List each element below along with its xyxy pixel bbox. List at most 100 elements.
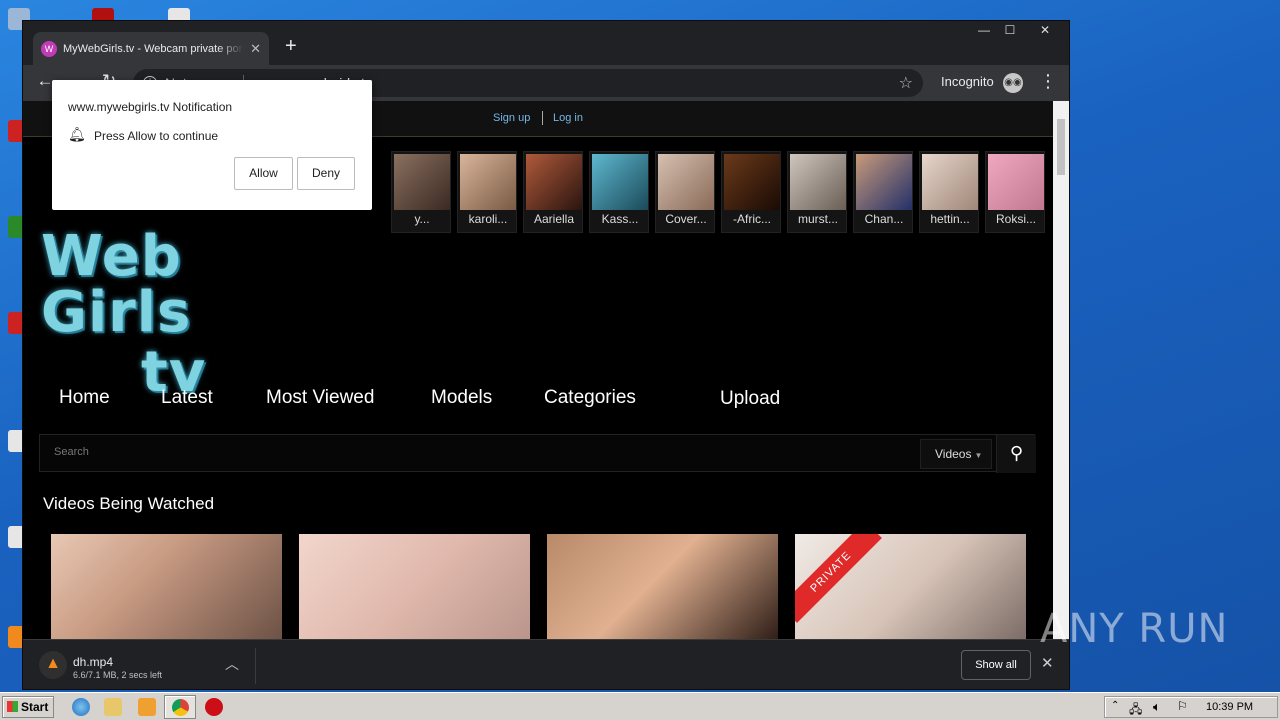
model-card[interactable]: Kass... [589,151,649,233]
model-name: hettin... [930,212,970,226]
model-name: Kass... [601,212,639,226]
tab-close-icon[interactable]: ✕ [250,41,261,57]
model-thumbnail [394,154,450,210]
model-card[interactable]: hettin... [919,151,979,233]
download-divider [255,648,256,684]
download-bar-close-icon[interactable]: ✕ [1041,654,1054,672]
model-thumbnail [460,154,516,210]
browser-tab[interactable]: W MyWebGirls.tv - Webcam private porn ✕ [33,32,269,65]
media-player-icon[interactable] [138,698,156,716]
model-thumbnail [790,154,846,210]
start-button[interactable]: Start [2,696,54,718]
taskbar: Start ⌃ 🖧︎ 🔈︎ ⚐ 10:39 PM [0,692,1280,720]
opera-icon[interactable] [205,698,223,716]
logo-text-line1: Web Girls [41,224,192,345]
vlc-file-icon[interactable]: ▲ [39,651,67,679]
show-all-button[interactable]: Show all [961,650,1031,680]
site-favicon-icon: W [41,40,57,57]
model-thumbnail [922,154,978,210]
chrome-icon [172,699,189,716]
model-name: y... [414,212,430,226]
volume-icon[interactable]: 🔈︎ [1153,699,1161,715]
incognito-icon[interactable]: ◉◉ [1003,73,1023,93]
nav-categories[interactable]: Categories [544,387,636,409]
network-icon[interactable]: 🖧︎ [1129,700,1142,720]
search-button[interactable]: ⚲ [996,435,1036,473]
video-thumbnail[interactable]: PRIVATE [795,534,1026,639]
download-filename[interactable]: dh.mp4 [73,655,113,669]
start-label: Start [21,700,49,714]
system-clock[interactable]: 10:39 PM [1206,701,1253,713]
model-name: karoli... [468,212,508,226]
search-type-select[interactable]: Videos ▼ [920,439,992,469]
nav-home[interactable]: Home [59,387,110,409]
new-tab-button[interactable]: + [285,35,297,58]
nav-upload[interactable]: Upload [720,388,780,410]
model-name: Roksi... [995,212,1036,226]
model-name: Aariella [533,212,575,226]
chevron-up-icon[interactable]: ︿ [225,654,239,674]
download-bar: ▲ dh.mp4 6.6/7.1 MB, 2 secs left ︿ Show … [23,639,1069,689]
window-close-button[interactable]: ✕ [1023,21,1067,39]
flag-icon[interactable]: ⚐ [1177,699,1188,713]
model-card[interactable]: Chan... [853,151,913,233]
caret-down-icon: ▼ [974,451,983,460]
minimize-button[interactable]: — [971,21,997,39]
main-nav: Home Latest Most Viewed Models Categorie… [23,387,1053,423]
window-controls: — ☐ ✕ [971,21,1067,39]
nav-most-viewed[interactable]: Most Viewed [266,387,374,409]
signup-link[interactable]: Sign up [493,112,530,124]
model-card[interactable]: y... [391,151,451,233]
chrome-taskbar-button[interactable] [164,695,196,719]
bookmark-star-icon[interactable]: ☆ [899,73,913,93]
site-search-bar: Search Videos ▼ ⚲ [39,434,1036,473]
tab-strip: W MyWebGirls.tv - Webcam private porn ✕ … [23,21,1069,65]
private-badge: PRIVATE [795,534,882,623]
model-thumbnail [856,154,912,210]
section-title: Videos Being Watched [43,494,215,513]
deny-button[interactable]: Deny [297,157,355,190]
bell-icon: 🔔︎ [68,126,86,142]
nav-latest[interactable]: Latest [161,387,213,409]
search-icon: ⚲ [1009,443,1024,463]
notification-title: www.mywebgirls.tv Notification [68,100,233,114]
windows-logo-icon [7,701,18,712]
auth-divider [542,111,543,125]
tab-title: MyWebGirls.tv - Webcam private porn [63,42,245,55]
video-thumbnail[interactable] [51,534,282,639]
model-name: Cover... [665,212,707,226]
anyrun-watermark: ANY RUN [1040,606,1229,652]
model-card[interactable]: -Afric... [721,151,781,233]
site-logo[interactable]: Web Girls tv [41,229,331,401]
model-thumbnail [988,154,1044,210]
search-type-label: Videos [935,447,972,461]
notification-message: Press Allow to continue [94,129,219,143]
login-link[interactable]: Log in [553,112,583,124]
download-status: 6.6/7.1 MB, 2 secs left [73,670,163,680]
model-card[interactable]: Roksi... [985,151,1045,233]
page-scrollbar[interactable] [1053,101,1069,639]
nav-models[interactable]: Models [431,387,492,409]
video-thumbnail[interactable] [299,534,530,639]
maximize-button[interactable]: ☐ [997,21,1023,39]
kebab-menu-icon[interactable]: ⋮ [1039,71,1057,92]
model-strip: y... karoli... Aariella Kass... Cover...… [391,151,1045,233]
model-thumbnail [724,154,780,210]
model-name: -Afric... [733,212,771,226]
scrollbar-thumb[interactable] [1057,119,1065,175]
model-thumbnail [592,154,648,210]
model-thumbnail [526,154,582,210]
model-card[interactable]: murst... [787,151,847,233]
allow-button[interactable]: Allow [234,157,293,190]
search-input[interactable]: Search [54,446,89,458]
model-card[interactable]: karoli... [457,151,517,233]
model-thumbnail [658,154,714,210]
model-name: murst... [797,212,838,226]
incognito-label: Incognito [941,74,994,89]
folder-icon[interactable] [104,698,122,716]
video-thumbnail[interactable] [547,534,778,639]
internet-explorer-icon[interactable] [72,698,90,716]
model-card[interactable]: Aariella [523,151,583,233]
tray-expand-icon[interactable]: ⌃ [1111,700,1119,711]
model-card[interactable]: Cover... [655,151,715,233]
